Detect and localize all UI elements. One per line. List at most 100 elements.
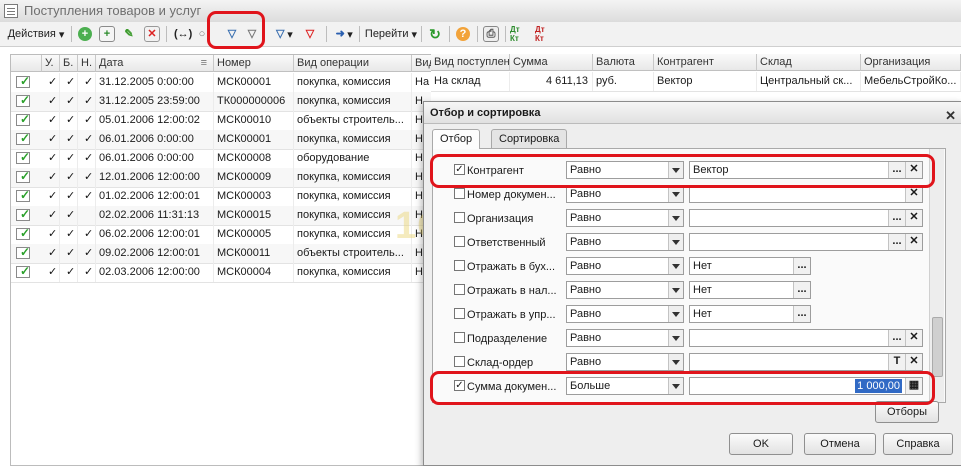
help-button[interactable]: Справка <box>883 433 953 455</box>
col-header-store[interactable]: Склад <box>757 54 861 71</box>
cell-n: ✓ <box>78 111 96 130</box>
filter-value-input[interactable]: Нет... <box>689 305 811 323</box>
clear-icon[interactable]: ✕ <box>905 210 922 226</box>
choose-icon[interactable]: ... <box>793 282 810 298</box>
filter-checkbox[interactable] <box>454 308 465 319</box>
table-row[interactable]: ✓✓✓31.12.2005 23:59:00ТК000000006покупка… <box>11 92 432 112</box>
go-to-icon[interactable]: ➜ ▾ <box>331 25 355 43</box>
hierarchy-icon[interactable]: (↔) <box>171 25 192 43</box>
col-header-number[interactable]: Номер <box>214 55 294 72</box>
table-row[interactable]: ✓✓✓01.02.2006 12:00:01МСК00003покупка, к… <box>11 187 432 207</box>
table-row[interactable]: ✓✓✓06.02.2006 12:00:01МСК00005покупка, к… <box>11 225 432 245</box>
table-row[interactable]: ✓✓✓09.02.2006 12:00:01МСК00011объекты ст… <box>11 244 432 264</box>
table-row[interactable]: ✓✓✓06.01.2006 0:00:00МСК00001покупка, ко… <box>11 130 432 150</box>
chevron-down-icon[interactable] <box>668 234 683 250</box>
filter-comparison-select[interactable]: Равно <box>566 353 684 371</box>
chevron-down-icon[interactable] <box>668 330 683 346</box>
clear-icon[interactable]: ✕ <box>905 330 922 346</box>
col-header-icon[interactable] <box>11 55 42 72</box>
chevron-down-icon[interactable] <box>668 282 683 298</box>
tab-filter[interactable]: Отбор <box>432 129 481 149</box>
choose-icon[interactable]: ... <box>888 234 905 250</box>
filter-value-input[interactable]: ✕... <box>689 209 923 227</box>
filter-checkbox[interactable] <box>454 188 465 199</box>
print-icon[interactable]: ⎙ <box>482 25 500 43</box>
add-icon[interactable]: + <box>76 25 94 43</box>
col-header-receipt[interactable]: Вид поступления <box>412 55 432 72</box>
filter-comparison-value: Равно <box>570 188 602 200</box>
col-header-n[interactable]: Н. <box>78 55 96 72</box>
col-header-agent[interactable]: Контрагент <box>654 54 757 71</box>
cell-recv: На склад <box>412 73 432 92</box>
table-row-first-right[interactable]: На склад 4 611,13 руб. Вектор Центральны… <box>431 72 961 92</box>
cancel-button[interactable]: Отмена <box>804 433 876 455</box>
delete-mark-icon[interactable]: ✕ <box>143 25 161 43</box>
cell-b: ✓ <box>60 225 78 244</box>
filter-field-name: Номер докумен... <box>467 189 556 201</box>
filter-value-input[interactable]: ✕ T <box>689 353 923 371</box>
col-header-operation[interactable]: Вид операции <box>294 55 412 72</box>
cell-u: ✓ <box>42 263 60 282</box>
table-row[interactable]: ✓✓✓06.01.2006 0:00:00МСК00008оборудовани… <box>11 149 432 169</box>
dt-kt-icon[interactable]: Дт Кт <box>510 25 530 43</box>
dt-kt-tax-icon[interactable]: Дт Кт <box>535 25 555 43</box>
filter-clear-icon[interactable]: ▽ <box>300 25 320 43</box>
col-header-u[interactable]: У. <box>42 55 60 72</box>
chevron-down-icon[interactable] <box>668 306 683 322</box>
filter-checkbox[interactable] <box>454 332 465 343</box>
close-icon[interactable]: ✕ <box>945 105 956 127</box>
choose-icon[interactable]: ... <box>888 210 905 226</box>
filter-comparison-select[interactable]: Равно <box>566 233 684 251</box>
filter-checkbox[interactable] <box>454 236 465 247</box>
chevron-down-icon[interactable] <box>668 186 683 202</box>
chevron-down-icon[interactable] <box>668 354 683 370</box>
choose-icon[interactable]: ... <box>888 330 905 346</box>
filter-checkbox[interactable] <box>454 356 465 367</box>
col-header-currency[interactable]: Валюта <box>593 54 654 71</box>
chevron-down-icon[interactable] <box>668 210 683 226</box>
filter-checkbox[interactable] <box>454 260 465 271</box>
filter-comparison-select[interactable]: Равно <box>566 329 684 347</box>
clear-icon[interactable]: ✕ <box>905 354 922 370</box>
filter-comparison-select[interactable]: Равно <box>566 305 684 323</box>
choose-icon[interactable]: ... <box>793 258 810 274</box>
col-header-b[interactable]: Б. <box>60 55 78 72</box>
cell-date: 02.03.2006 12:00:00 <box>96 263 214 282</box>
filter-comparison-select[interactable]: Равно <box>566 209 684 227</box>
clear-icon[interactable]: ✕ <box>905 186 922 202</box>
filter-value-input[interactable]: Нет... <box>689 257 811 275</box>
filter-checkbox[interactable] <box>454 212 465 223</box>
scroll-thumb[interactable] <box>932 317 943 377</box>
filter-value-input[interactable]: ✕... <box>689 329 923 347</box>
filter-comparison-select[interactable]: Равно <box>566 281 684 299</box>
filter-value-input[interactable]: Нет... <box>689 281 811 299</box>
actions-menu-button[interactable]: Действия ▾ <box>4 25 68 43</box>
cell-u: ✓ <box>42 92 60 111</box>
edit-icon[interactable]: ✎ <box>120 25 138 43</box>
col-header-sum[interactable]: Сумма <box>510 54 593 71</box>
filter-checkbox[interactable] <box>454 284 465 295</box>
tab-sort[interactable]: Сортировка <box>491 129 568 148</box>
filter-history-icon[interactable]: ▽ ▾ <box>270 25 296 43</box>
filter-comparison-select[interactable]: Равно <box>566 257 684 275</box>
table-row[interactable]: ✓✓✓02.03.2006 12:00:00МСК00004покупка, к… <box>11 263 432 283</box>
table-row[interactable]: ✓✓✓05.01.2006 12:00:02МСК00010объекты ст… <box>11 111 432 131</box>
table-row[interactable]: ✓✓02.02.2006 11:31:13МСК00015покупка, ко… <box>11 206 432 226</box>
copy-icon[interactable]: + <box>98 25 116 43</box>
ok-button[interactable]: OK <box>729 433 793 455</box>
text-mode-icon[interactable]: T <box>888 354 905 370</box>
help-icon[interactable]: ? <box>454 25 472 43</box>
refresh-icon[interactable]: ↻ <box>426 25 444 43</box>
col-header-org[interactable]: Организация <box>861 54 961 71</box>
chevron-down-icon[interactable] <box>668 258 683 274</box>
goto-menu-button[interactable]: Перейти ▾ <box>363 25 419 43</box>
clear-icon[interactable]: ✕ <box>905 234 922 250</box>
filter-value-input[interactable]: ✕... <box>689 233 923 251</box>
table-row[interactable]: ✓✓✓12.01.2006 12:00:00МСК00009покупка, к… <box>11 168 432 188</box>
table-row[interactable]: ✓✓✓31.12.2005 0:00:00МСК00001покупка, ко… <box>11 73 432 93</box>
cell-n: ✓ <box>78 92 96 111</box>
choose-icon[interactable]: ... <box>793 306 810 322</box>
filter-scrollbar[interactable] <box>929 149 944 402</box>
col-header-date[interactable]: Дата ≡ <box>96 55 214 72</box>
col-header-receipt-full[interactable]: Вид поступления <box>431 54 510 71</box>
